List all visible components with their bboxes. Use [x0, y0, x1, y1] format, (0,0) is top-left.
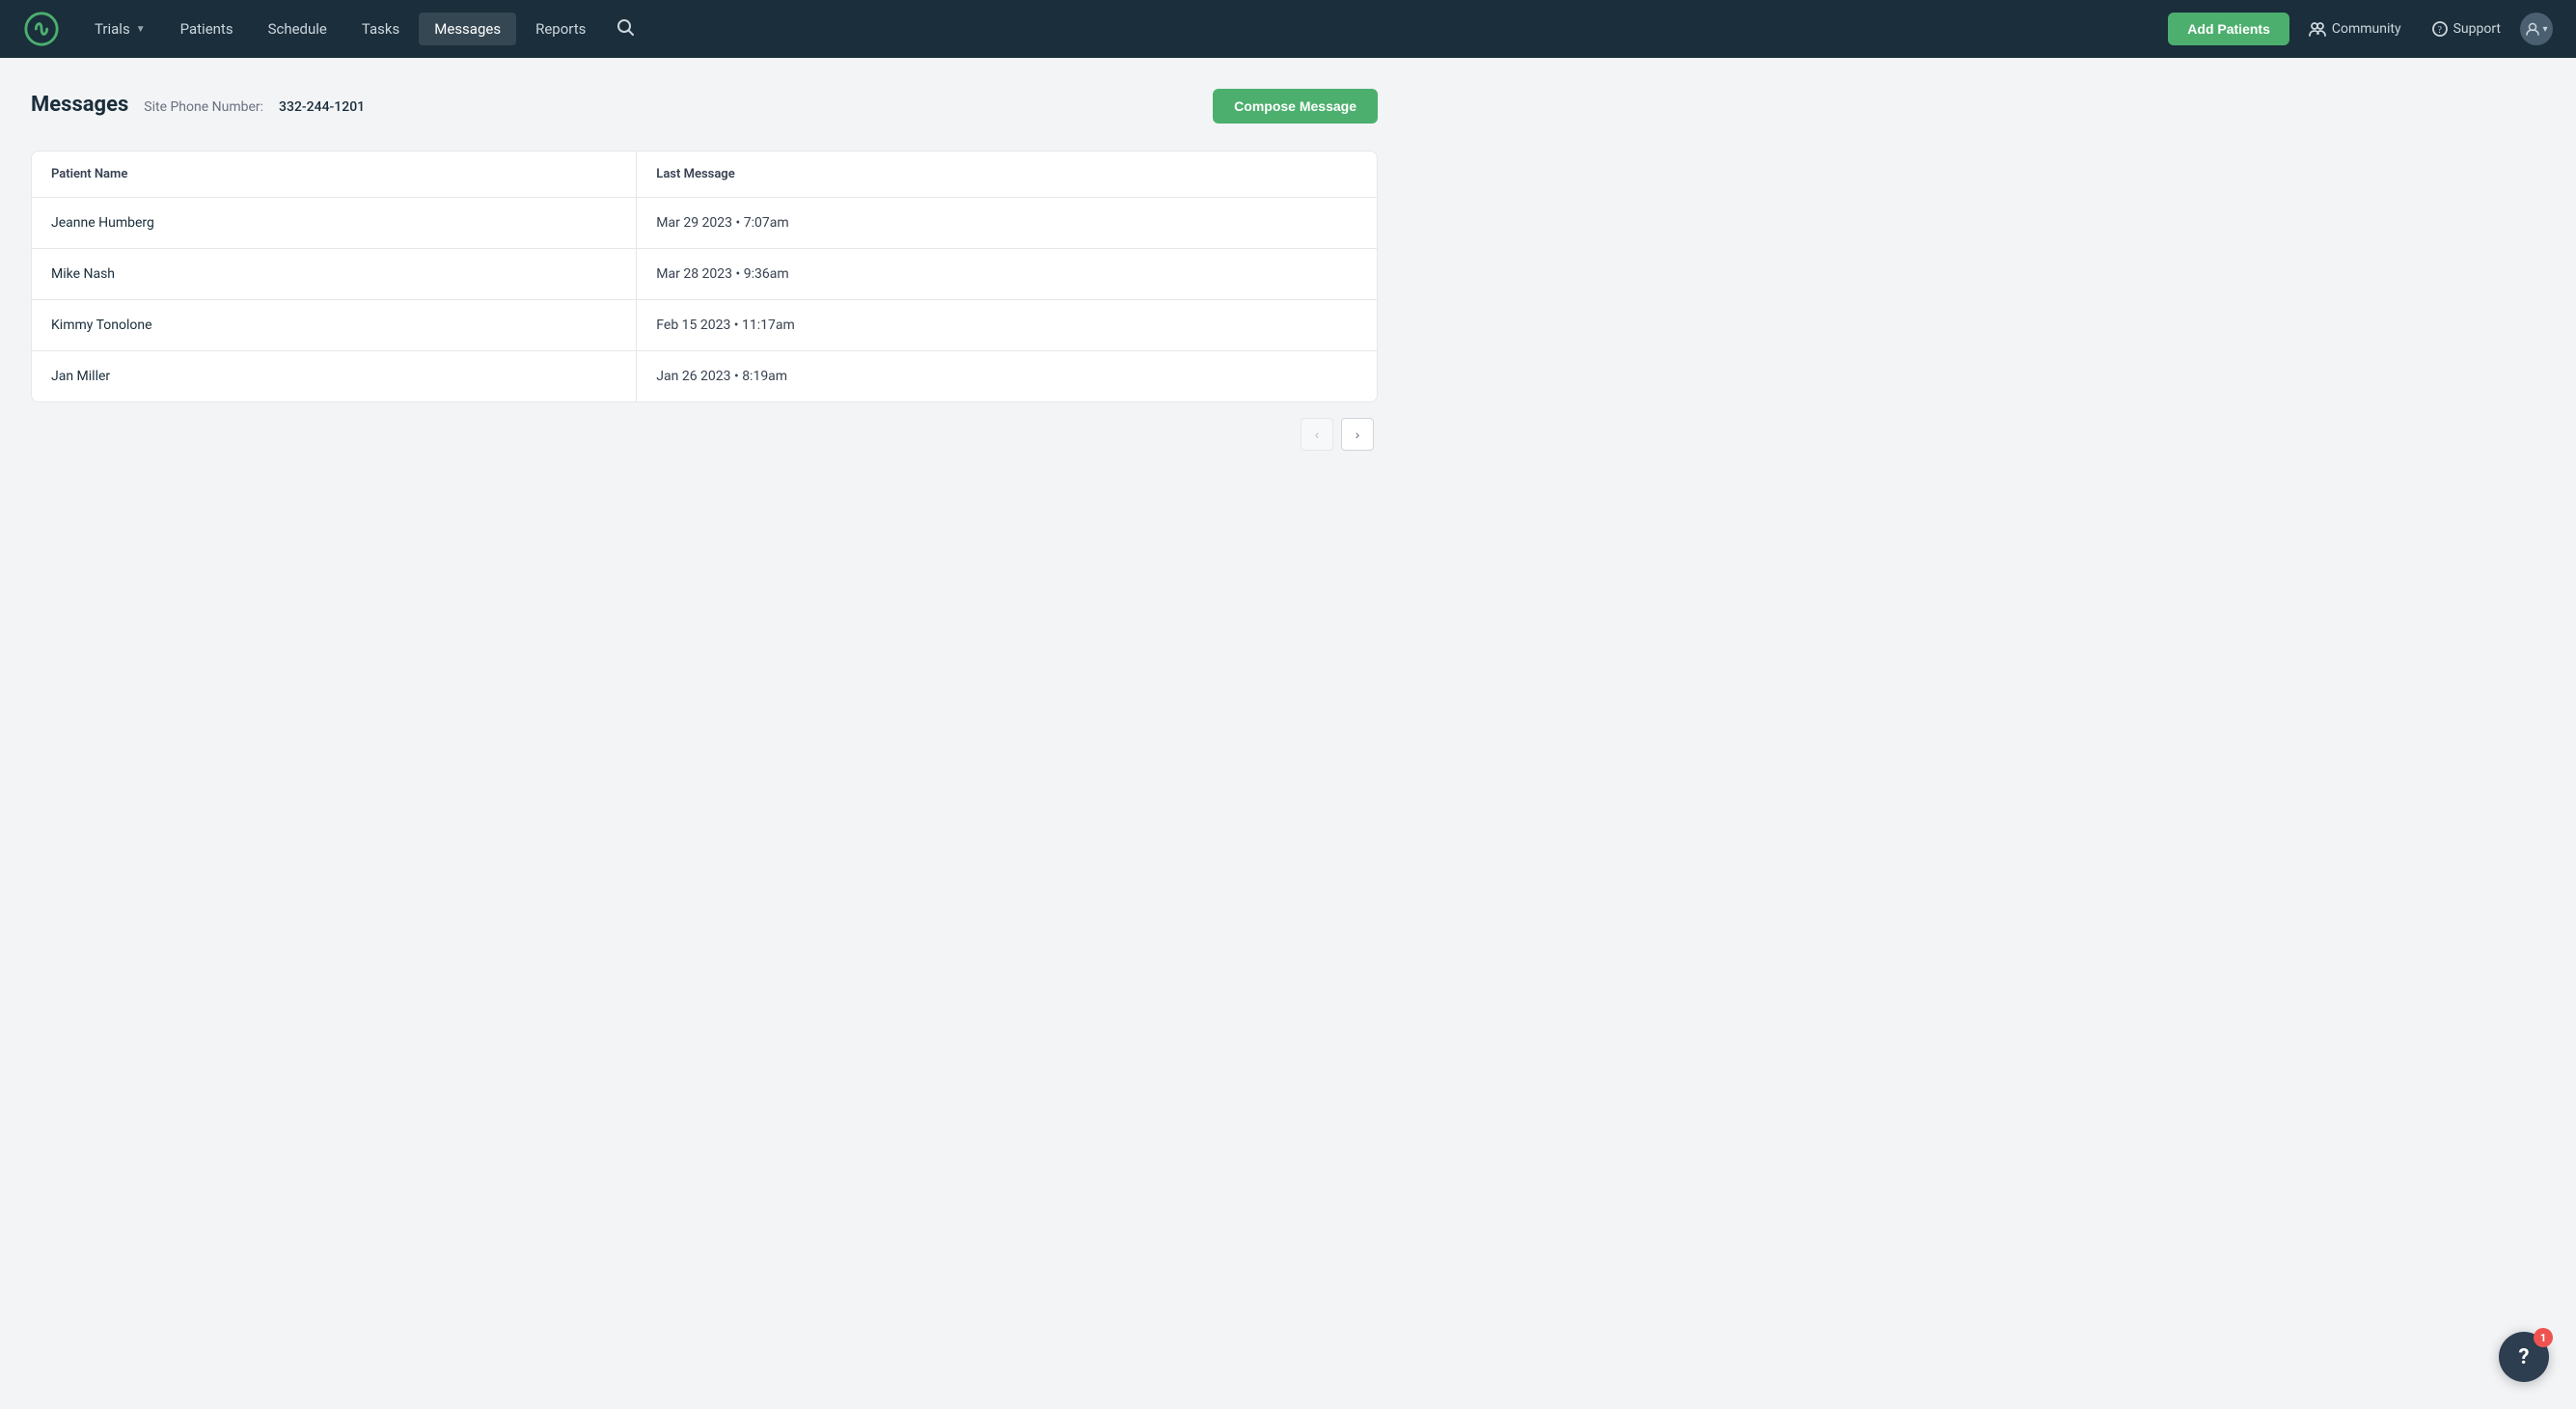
cell-last-message: Mar 29 2023 • 7:07am [637, 198, 1377, 248]
table-body: Jeanne HumbergMar 29 2023 • 7:07amMike N… [32, 198, 1377, 401]
cell-patient-name: Mike Nash [32, 249, 637, 299]
search-icon[interactable] [605, 11, 645, 48]
table-header-row: Patient Name Last Message [32, 152, 1377, 198]
table-row[interactable]: Jan MillerJan 26 2023 • 8:19am [32, 351, 1377, 401]
help-button[interactable]: 1 ? [2499, 1332, 2549, 1382]
add-patients-button[interactable]: Add Patients [2168, 13, 2289, 45]
compose-message-button[interactable]: Compose Message [1213, 89, 1378, 124]
cell-patient-name: Jeanne Humberg [32, 198, 637, 248]
page-header: Messages Site Phone Number: 332-244-1201… [31, 89, 1378, 124]
help-icon: ? [2519, 1345, 2530, 1369]
nav-item-schedule[interactable]: Schedule [253, 13, 343, 45]
nav-item-tasks[interactable]: Tasks [346, 13, 415, 45]
cell-last-message: Feb 15 2023 • 11:17am [637, 300, 1377, 350]
table-row[interactable]: Kimmy TonoloneFeb 15 2023 • 11:17am [32, 300, 1377, 351]
page-title: Messages [31, 93, 128, 117]
nav-item-messages[interactable]: Messages [419, 13, 516, 45]
nav-links: Trials ▼ Patients Schedule Tasks Message… [79, 11, 2168, 48]
nav-item-reports[interactable]: Reports [520, 13, 601, 45]
cell-patient-name: Jan Miller [32, 351, 637, 401]
site-phone-number: 332-244-1201 [279, 99, 365, 115]
avatar-chevron: ▾ [2542, 24, 2547, 35]
table-row[interactable]: Jeanne HumbergMar 29 2023 • 7:07am [32, 198, 1377, 249]
messages-table: Patient Name Last Message Jeanne Humberg… [31, 151, 1378, 402]
support-icon: ? [2432, 21, 2448, 37]
avatar[interactable]: ▾ [2520, 13, 2553, 45]
cell-last-message: Jan 26 2023 • 8:19am [637, 351, 1377, 401]
app-logo[interactable] [23, 11, 60, 47]
table-row[interactable]: Mike NashMar 28 2023 • 9:36am [32, 249, 1377, 300]
support-nav-item[interactable]: ? Support [2421, 14, 2512, 44]
page-header-left: Messages Site Phone Number: 332-244-1201 [31, 93, 365, 117]
navbar: Trials ▼ Patients Schedule Tasks Message… [0, 0, 2576, 58]
community-nav-item[interactable]: Community [2297, 13, 2413, 45]
nav-item-trials[interactable]: Trials ▼ [79, 13, 161, 45]
pagination-prev-button[interactable]: ‹ [1301, 418, 1333, 451]
cell-patient-name: Kimmy Tonolone [32, 300, 637, 350]
svg-text:?: ? [2437, 25, 2442, 36]
nav-right: Add Patients Community ? Support ▾ [2168, 13, 2553, 45]
column-header-patient-name: Patient Name [32, 152, 637, 197]
pagination: ‹ › [31, 402, 1378, 458]
main-content: Messages Site Phone Number: 332-244-1201… [0, 58, 1409, 489]
pagination-next-button[interactable]: › [1341, 418, 1374, 451]
column-header-last-message: Last Message [637, 152, 1377, 197]
site-phone-label: Site Phone Number: [144, 99, 263, 115]
community-icon [2309, 20, 2326, 38]
chevron-down-icon: ▼ [136, 24, 146, 35]
nav-item-patients[interactable]: Patients [165, 13, 249, 45]
cell-last-message: Mar 28 2023 • 9:36am [637, 249, 1377, 299]
help-badge: 1 [2534, 1328, 2553, 1347]
